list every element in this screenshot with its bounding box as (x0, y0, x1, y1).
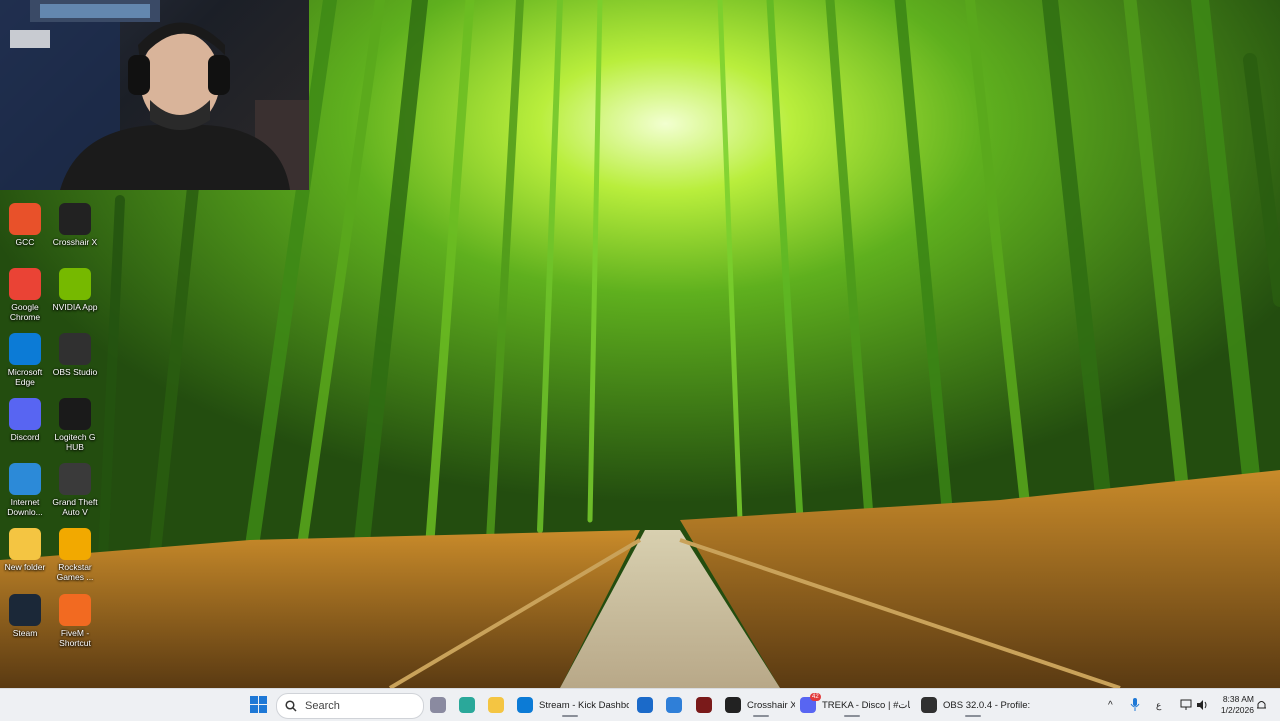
show-hidden-icons-button[interactable]: ^ (1108, 689, 1113, 721)
notification-badge: 42 (810, 693, 821, 701)
desktop-icon[interactable]: FiveM - Shortcut (50, 594, 100, 648)
desktop-icon[interactable]: OBS Studio (50, 333, 100, 377)
discord-icon (9, 398, 41, 430)
desktop-icon-label: Discord (10, 432, 40, 442)
copilot-icon (459, 697, 475, 713)
fivem-icon (59, 594, 91, 626)
outlook-icon (666, 697, 682, 713)
start-button[interactable] (250, 696, 268, 714)
desktop-icon[interactable]: GCC (0, 203, 50, 247)
webcam-overlay (0, 0, 309, 190)
taskbar-app-button[interactable]: 42TREKA - Disco | #ذكريات (800, 693, 910, 717)
gta-icon (59, 463, 91, 495)
search-placeholder: Search (305, 700, 340, 712)
chevron-up-icon: ^ (1108, 699, 1113, 711)
file-explorer-icon (488, 697, 504, 713)
taskbar-app-button[interactable] (666, 693, 690, 717)
desktop-icon[interactable]: Steam (0, 594, 50, 638)
desktop-icon[interactable]: Internet Downlo... (0, 463, 50, 517)
desktop-icon-label: Steam (12, 628, 38, 638)
chrome-icon (9, 268, 41, 300)
desktop-icon-label: Google Chrome (9, 302, 41, 322)
taskbar-app-button[interactable]: Crosshair X (725, 693, 795, 717)
nvidia-icon (59, 268, 91, 300)
desktop-icon[interactable]: Discord (0, 398, 50, 442)
taskbar-app-label: OBS 32.0.4 - Profile: Unt (943, 699, 1031, 711)
volume-icon[interactable] (1196, 689, 1208, 721)
taskbar: Search Stream - Kick Dashboard Crosshair … (0, 688, 1280, 721)
clock-time: 8:38 AM (1222, 694, 1254, 704)
desktop-icon[interactable]: Logitech G HUB (50, 398, 100, 452)
taskbar-app-button[interactable]: Stream - Kick Dashboard (517, 693, 629, 717)
edge-icon (9, 333, 41, 365)
desktop-icon-label: Rockstar Games ... (56, 562, 94, 582)
taskbar-app-label: Stream - Kick Dashboard (539, 699, 629, 711)
desktop-icon-label: New folder (4, 562, 46, 572)
language-label: ع (1156, 699, 1162, 710)
network-icon[interactable] (1180, 689, 1192, 721)
desktop-icon[interactable]: Crosshair X (50, 203, 100, 247)
desktop-icon-label: OBS Studio (52, 367, 98, 377)
desktop-icon[interactable]: Microsoft Edge (0, 333, 50, 387)
folder-icon (9, 528, 41, 560)
search-icon (285, 700, 297, 712)
gcc-icon (9, 203, 41, 235)
app-icon (430, 697, 446, 713)
taskbar-app-label: TREKA - Disco | #ذكريات (822, 699, 910, 711)
taskbar-app-button[interactable] (459, 693, 483, 717)
desktop-icon[interactable]: Grand Theft Auto V (50, 463, 100, 517)
crosshair-icon (59, 203, 91, 235)
taskbar-app-button[interactable]: OBS 32.0.4 - Profile: Unt (921, 693, 1031, 717)
taskbar-app-button[interactable] (488, 693, 512, 717)
obs-icon (59, 333, 91, 365)
notifications-icon[interactable] (1256, 689, 1267, 721)
taskbar-app-button[interactable] (696, 693, 720, 717)
desktop-icon[interactable]: Rockstar Games ... (50, 528, 100, 582)
language-indicator[interactable]: ع (1156, 689, 1161, 721)
obs-icon (921, 697, 937, 713)
desktop-icon-label: Internet Downlo... (7, 497, 43, 517)
desktop-icon-label: GCC (15, 237, 35, 247)
idm-icon (9, 463, 41, 495)
desktop-icon-label: FiveM - Shortcut (59, 628, 91, 648)
desktop-icon[interactable]: Google Chrome (0, 268, 50, 322)
app-red-icon (696, 697, 712, 713)
windows-logo-icon (259, 705, 267, 713)
windows-logo-icon (250, 705, 258, 713)
taskbar-search-box[interactable]: Search (276, 693, 424, 719)
logitech-icon (59, 398, 91, 430)
taskbar-app-label: Crosshair X (747, 699, 795, 711)
clock[interactable]: 8:38 AM 1/2/2026 (1212, 694, 1254, 716)
desktop-icon-label: Microsoft Edge (7, 367, 43, 387)
windows-logo-icon (250, 696, 258, 704)
desktop-icon-label: NVIDIA App (52, 302, 98, 312)
desktop-icon-label: Logitech G HUB (54, 432, 96, 452)
edge-icon (517, 697, 533, 713)
desktop-icon-label: Grand Theft Auto V (52, 497, 98, 517)
desktop-icon[interactable]: NVIDIA App (50, 268, 100, 312)
windows-logo-icon (259, 696, 267, 704)
clock-date: 1/2/2026 (1220, 705, 1254, 715)
microphone-icon[interactable] (1130, 689, 1140, 721)
desktop-icon-label: Crosshair X (52, 237, 98, 247)
crosshair-icon (725, 697, 741, 713)
taskbar-app-button[interactable] (637, 693, 661, 717)
steam-icon (9, 594, 41, 626)
store-icon (637, 697, 653, 713)
desktop-icon[interactable]: New folder (0, 528, 50, 572)
rockstar-icon (59, 528, 91, 560)
taskbar-app-button[interactable] (430, 693, 454, 717)
